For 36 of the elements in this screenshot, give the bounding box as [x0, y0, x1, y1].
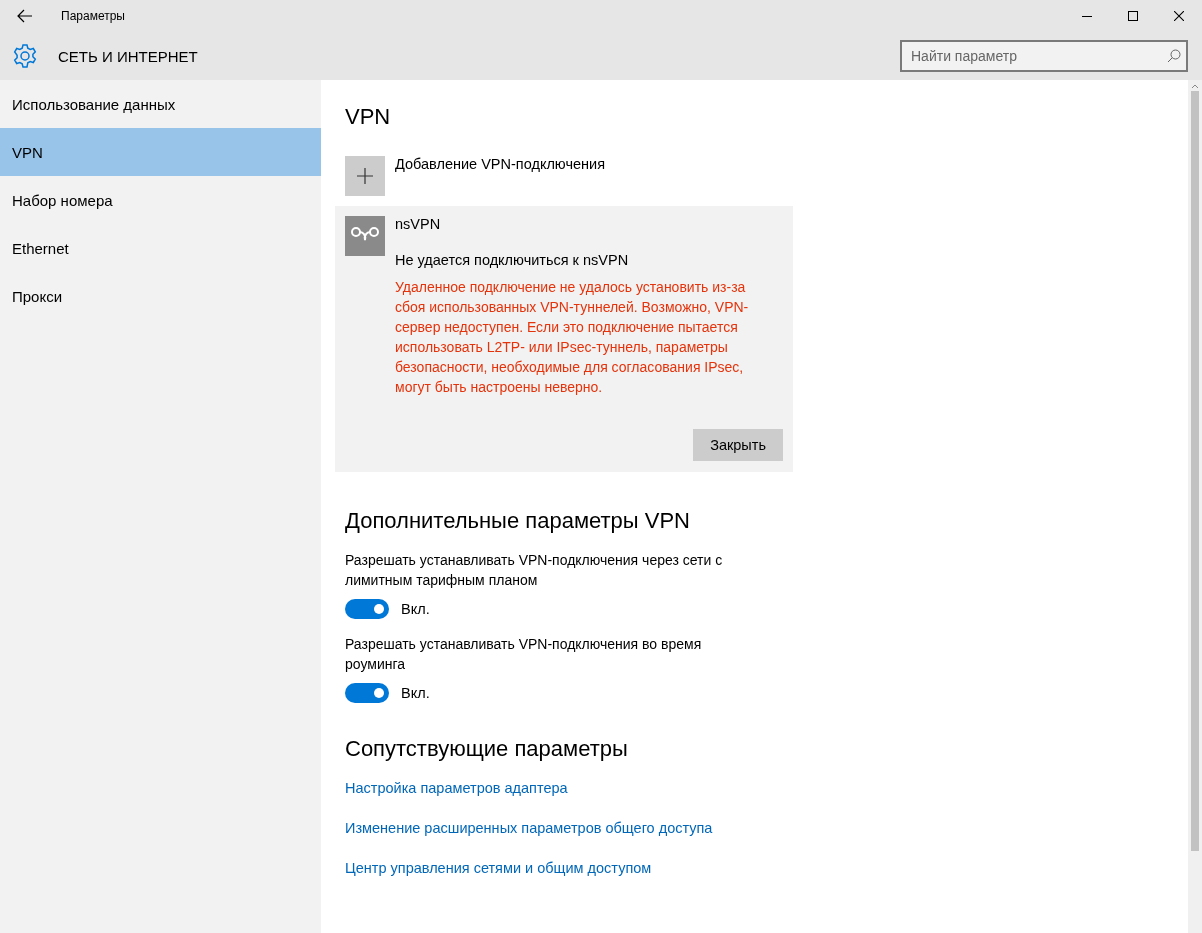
setting-label: Разрешать устанавливать VPN-подключения во время роуминга — [345, 635, 703, 674]
vpn-connection-card[interactable] — [335, 206, 793, 472]
settings-link[interactable]: Настройка параметров адаптера — [345, 780, 568, 820]
connection-status: Не удается подключиться к nsVPN — [395, 252, 630, 268]
search-icon[interactable] — [1167, 49, 1181, 63]
close-icon[interactable] — [1174, 11, 1184, 21]
sidebar-item[interactable]: Использование данных — [0, 80, 321, 128]
setting-label: Разрешать устанавливать VPN-подключения через сети с лимитным тарифным планом — [345, 551, 724, 590]
settings-link[interactable]: Центр управления сетями и общим доступом — [345, 860, 652, 900]
page-title: СЕТЬ И ИНТЕРНЕТ — [58, 47, 199, 65]
toggle-state: Вкл. — [401, 685, 430, 701]
settings-icon — [12, 43, 38, 69]
settings-link[interactable]: Изменение расширенных параметров общего доступа — [345, 820, 713, 860]
sidebar-item[interactable]: Прокси — [0, 272, 321, 320]
back-arrow-icon[interactable] — [17, 9, 33, 23]
sidebar-item[interactable]: Ethernet — [0, 224, 321, 272]
add-vpn-label[interactable]: Добавление VPN-подключения — [395, 156, 605, 196]
toggle-switch[interactable] — [345, 683, 389, 703]
section-heading: VPN — [345, 104, 392, 131]
window-title: Параметры — [61, 9, 126, 23]
search-field[interactable]: Найти параметр — [900, 40, 1188, 72]
sidebar-item[interactable]: Набор номера — [0, 176, 321, 224]
connection-name: nsVPN — [395, 216, 441, 232]
minimize-icon[interactable] — [1082, 15, 1092, 17]
sidebar-item[interactable]: VPN — [0, 128, 321, 176]
toggle-switch[interactable] — [345, 599, 389, 619]
toggle-state: Вкл. — [401, 601, 430, 617]
section-heading: Дополнительные параметры VPN — [345, 508, 691, 534]
scrollbar[interactable] — [1188, 80, 1202, 933]
add-vpn-button[interactable] — [345, 156, 385, 196]
maximize-icon[interactable] — [1128, 11, 1138, 21]
error-message: Удаленное подключение не удалось установить из-за сбоя использованных VPN-туннелей. Возможно, VPN-сервер недоступен. Если это подключение пытается использовать L2TP- или IPsec-туннель, параметры безопасности, необходимые для согласования IPsec, могут быть настроены неверно. — [395, 278, 750, 397]
close-button[interactable]: Закрыть — [693, 429, 783, 461]
plus-icon — [357, 168, 373, 184]
scroll-up-icon[interactable] — [1191, 83, 1199, 89]
section-heading: Сопутствующие параметры — [345, 736, 629, 762]
